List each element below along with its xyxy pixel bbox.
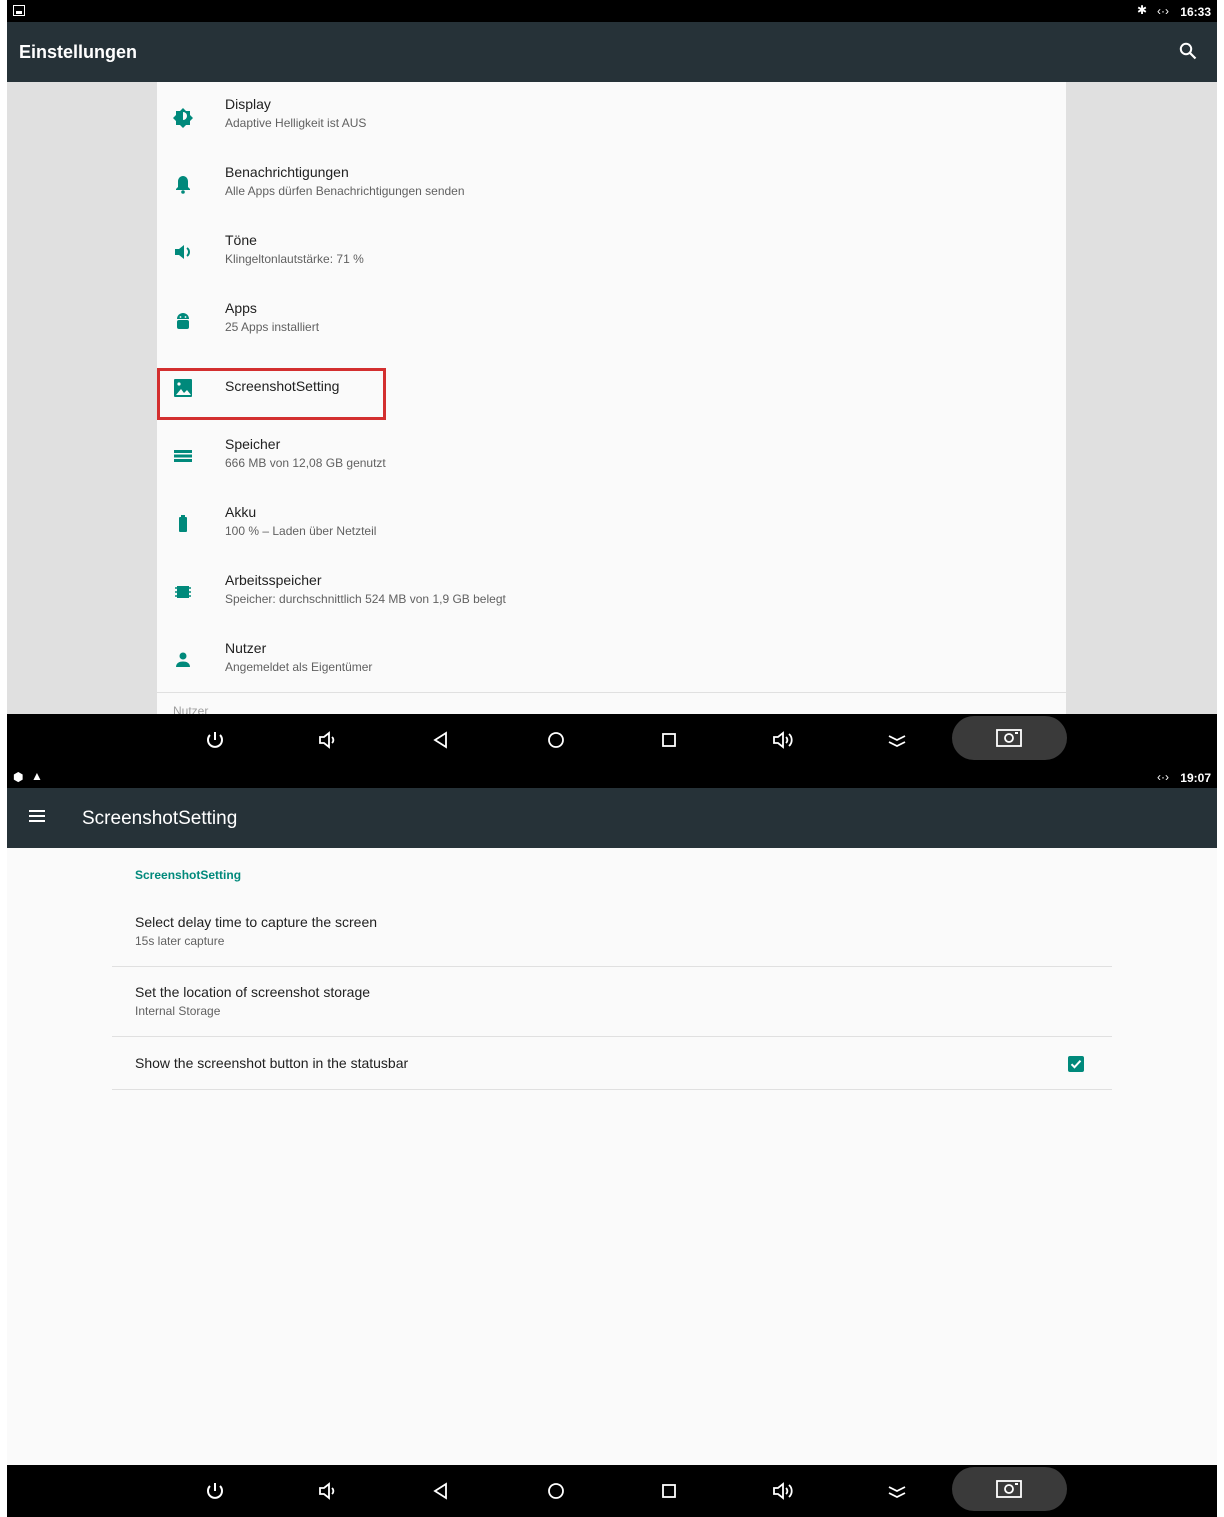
settings-item-apps[interactable]: Apps 25 Apps installiert [157,286,1066,354]
screenshotsetting-screen: ⬢ ▲ ‹·› 19:07 ScreenshotSetting Screensh… [7,766,1217,1517]
status-bar: ⬢ ▲ ‹·› 19:07 [7,766,1217,788]
navigation-bar [7,1465,1217,1517]
pref-summary: 15s later capture [135,934,225,948]
search-icon[interactable] [1179,42,1197,60]
pref-summary: Internal Storage [135,1004,221,1018]
person-icon [176,652,190,667]
screenshot-button[interactable] [952,716,1067,760]
item-title: Apps [225,300,257,316]
pref-title: Set the location of screenshot storage [135,984,371,1000]
page-title: Einstellungen [19,42,138,62]
power-button[interactable] [201,726,229,754]
pref-title: Show the screenshot button in the status… [135,1055,409,1071]
item-title: Arbeitsspeicher [225,572,322,588]
back-icon [433,1482,447,1500]
navigation-bar [7,714,1217,766]
item-title: Akku [225,504,257,520]
check-icon [1070,1060,1082,1069]
item-subtitle: Alle Apps dürfen Benachrichtigungen send… [225,184,465,198]
item-subtitle: 666 MB von 12,08 GB genutzt [225,456,386,470]
collapse-button[interactable] [883,726,911,754]
cut-section-label: Nutzer [173,704,209,714]
network-icon: ‹·› [1157,4,1169,18]
item-subtitle: Angemeldet als Eigentümer [225,660,373,674]
speaker-loud-icon [773,731,793,749]
home-button[interactable] [542,1477,570,1505]
recents-button[interactable] [655,1477,683,1505]
home-icon [548,732,564,748]
bell-icon [176,176,190,194]
status-bar: ✱ ‹·› 16:33 [7,0,1217,22]
screenshot-button[interactable] [952,1467,1067,1511]
back-button[interactable] [427,726,455,754]
volume-icon [175,245,190,259]
volume-up-button[interactable] [769,1477,797,1505]
chevrons-icon [888,735,906,748]
pref-show-statusbar-button[interactable]: Show the screenshot button in the status… [112,1038,1112,1090]
recents-icon [662,1484,676,1498]
app-bar: Einstellungen [7,22,1217,82]
warning-icon: ▲ [31,769,43,783]
highlight-box [157,368,386,420]
speaker-loud-icon [773,1482,793,1500]
pref-title: Select delay time to capture the screen [135,914,378,930]
settings-item-sounds[interactable]: Töne Klingeltonlautstärke: 71 % [157,218,1066,286]
back-button[interactable] [427,1477,455,1505]
battery-icon [179,515,187,532]
section-header: ScreenshotSetting [135,868,242,882]
settings-item-display[interactable]: Display Adaptive Helligkeit ist AUS [157,82,1066,150]
power-icon [207,732,223,748]
volume-down-button[interactable] [313,726,341,754]
power-button[interactable] [201,1477,229,1505]
page-title: ScreenshotSetting [82,808,238,829]
item-subtitle: 25 Apps installiert [225,320,320,334]
shield-icon: ⬢ [13,770,24,784]
preferences-content: ScreenshotSetting Select delay time to c… [7,848,1217,1465]
home-button[interactable] [542,726,570,754]
bluetooth-icon: ✱ [1136,3,1147,17]
item-title: Display [225,96,271,112]
item-subtitle: Klingeltonlautstärke: 71 % [225,252,364,266]
network-icon: ‹·› [1157,770,1169,784]
power-icon [207,1483,223,1499]
settings-item-memory[interactable]: Arbeitsspeicher Speicher: durchschnittli… [157,558,1066,626]
item-title: Nutzer [225,640,267,656]
camera-icon [996,729,1022,747]
volume-down-button[interactable] [313,1477,341,1505]
recents-icon [662,733,676,747]
pref-storage-location[interactable]: Set the location of screenshot storage I… [112,968,1112,1037]
item-title: Töne [225,232,257,248]
settings-item-storage[interactable]: Speicher 666 MB von 12,08 GB genutzt [157,422,1066,490]
storage-icon [174,450,192,462]
camera-icon [996,1480,1022,1498]
home-icon [548,1483,564,1499]
speaker-icon [319,731,335,749]
recents-button[interactable] [655,726,683,754]
pref-delay-time[interactable]: Select delay time to capture the screen … [112,898,1112,967]
memory-icon [175,586,191,598]
brightness-icon [173,108,193,128]
back-icon [433,731,447,749]
chevrons-icon [888,1486,906,1499]
item-title: Speicher [225,436,281,452]
app-bar: ScreenshotSetting [7,788,1217,848]
item-subtitle: Adaptive Helligkeit ist AUS [225,116,367,130]
item-subtitle: 100 % – Laden über Netzteil [225,524,377,538]
settings-item-notifications[interactable]: Benachrichtigungen Alle Apps dürfen Bena… [157,150,1066,218]
item-subtitle: Speicher: durchschnittlich 524 MB von 1,… [225,592,506,606]
settings-item-battery[interactable]: Akku 100 % – Laden über Netzteil [157,490,1066,558]
settings-item-users[interactable]: Nutzer Angemeldet als Eigentümer [157,626,1066,694]
hamburger-menu-icon[interactable] [29,808,47,824]
statusbar-button-checkbox[interactable] [1068,1056,1084,1072]
android-icon [177,313,189,329]
status-time: 19:07 [1180,771,1211,785]
status-time: 16:33 [1180,5,1211,19]
collapse-button[interactable] [883,1477,911,1505]
speaker-icon [319,1482,335,1500]
volume-up-button[interactable] [769,726,797,754]
screenshot-notification-icon [13,5,25,16]
item-title: Benachrichtigungen [225,164,349,180]
list-divider [157,692,1066,693]
